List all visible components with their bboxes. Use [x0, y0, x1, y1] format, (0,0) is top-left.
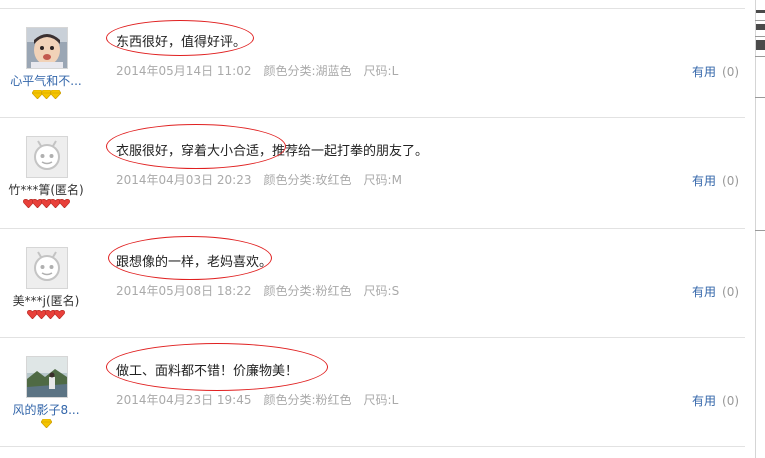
panel-marker [756, 40, 765, 50]
useful-vote: 有用 (0) [692, 283, 739, 300]
useful-button[interactable]: 有用 [692, 285, 716, 299]
review-meta: 2014年04月03日 20:23 颜色分类:玫红色 尺码:M [116, 171, 414, 188]
review-text: 做工、面料都不错！价廉物美！ [116, 364, 299, 379]
review-text: 跟想像的一样，老妈喜欢。 [116, 255, 273, 270]
avatar[interactable] [26, 356, 68, 398]
review-item: 竹***箐(匿名) 衣服很好，穿着大小合适，推荐给一起打拳的朋友了。 2014年… [0, 118, 745, 229]
useful-button[interactable]: 有用 [692, 394, 716, 408]
review-text: 东西很好，值得好评。 [116, 35, 247, 50]
username[interactable]: 竹***箐(匿名) [0, 181, 92, 198]
review-date: 2014年04月23日 19:45 [116, 393, 252, 407]
review-size: 尺码:L [363, 393, 399, 407]
avatar[interactable] [26, 247, 68, 289]
default-avatar-icon [27, 137, 67, 177]
review-size: 尺码:L [363, 64, 399, 78]
review-item: 美***j(匿名) 跟想像的一样，老妈喜欢。 2014年05月08日 18:22… [0, 229, 745, 338]
buyer-rank-badges [0, 199, 92, 211]
buyer-rank-badges [0, 419, 92, 431]
useful-button[interactable]: 有用 [692, 65, 716, 79]
review-text: 衣服很好，穿着大小合适，推荐给一起打拳的朋友了。 [116, 144, 429, 159]
landscape-photo-icon [27, 357, 67, 397]
panel-tick [755, 56, 765, 57]
panel-tick [755, 97, 765, 98]
review-meta: 2014年05月14日 11:02 颜色分类:湖蓝色 尺码:L [116, 62, 410, 79]
buyer-rank-badges [0, 310, 92, 322]
panel-tick [755, 20, 765, 21]
useful-count: (0) [722, 65, 740, 79]
username[interactable]: 美***j(匿名) [0, 292, 92, 309]
right-edge-panel [749, 0, 765, 458]
review-date: 2014年04月03日 20:23 [116, 173, 252, 187]
useful-count: (0) [722, 174, 740, 188]
review-color: 颜色分类:玫红色 [263, 173, 352, 187]
username[interactable]: 心平气和不... [0, 72, 92, 89]
panel-marker [756, 10, 765, 13]
review-size: 尺码:M [363, 173, 402, 187]
red-heart-icon [54, 310, 65, 319]
review-item: 风的影子8... 做工、面料都不错！价廉物美！ 2014年04月23日 19:4… [0, 338, 745, 447]
avatar[interactable] [26, 27, 68, 69]
review-color: 颜色分类:粉红色 [263, 284, 352, 298]
panel-marker [756, 24, 765, 30]
review-meta: 2014年05月08日 18:22 颜色分类:粉红色 尺码:S [116, 282, 411, 299]
panel-edge [755, 0, 756, 458]
review-color: 颜色分类:粉红色 [263, 393, 352, 407]
review-item: 心平气和不... 东西很好，值得好评。 2014年05月14日 11:02 颜色分… [0, 9, 745, 118]
useful-count: (0) [722, 394, 740, 408]
useful-vote: 有用 (0) [692, 63, 739, 80]
buyer-rank-badges [0, 90, 92, 102]
avatar[interactable] [26, 136, 68, 178]
panel-tick [755, 36, 765, 37]
review-color: 颜色分类:湖蓝色 [263, 64, 352, 78]
yellow-diamond-icon [49, 90, 61, 99]
baby-photo-icon [27, 28, 67, 68]
username[interactable]: 风的影子8... [0, 401, 92, 418]
default-avatar-icon [27, 248, 67, 288]
useful-vote: 有用 (0) [692, 172, 739, 189]
yellow-diamond-icon [40, 419, 52, 428]
useful-button[interactable]: 有用 [692, 174, 716, 188]
review-meta: 2014年04月23日 19:45 颜色分类:粉红色 尺码:L [116, 391, 410, 408]
review-size: 尺码:S [363, 284, 400, 298]
useful-vote: 有用 (0) [692, 392, 739, 409]
panel-tick [755, 230, 765, 231]
useful-count: (0) [722, 285, 740, 299]
red-heart-icon [58, 199, 70, 208]
review-date: 2014年05月08日 18:22 [116, 284, 252, 298]
review-date: 2014年05月14日 11:02 [116, 64, 252, 78]
